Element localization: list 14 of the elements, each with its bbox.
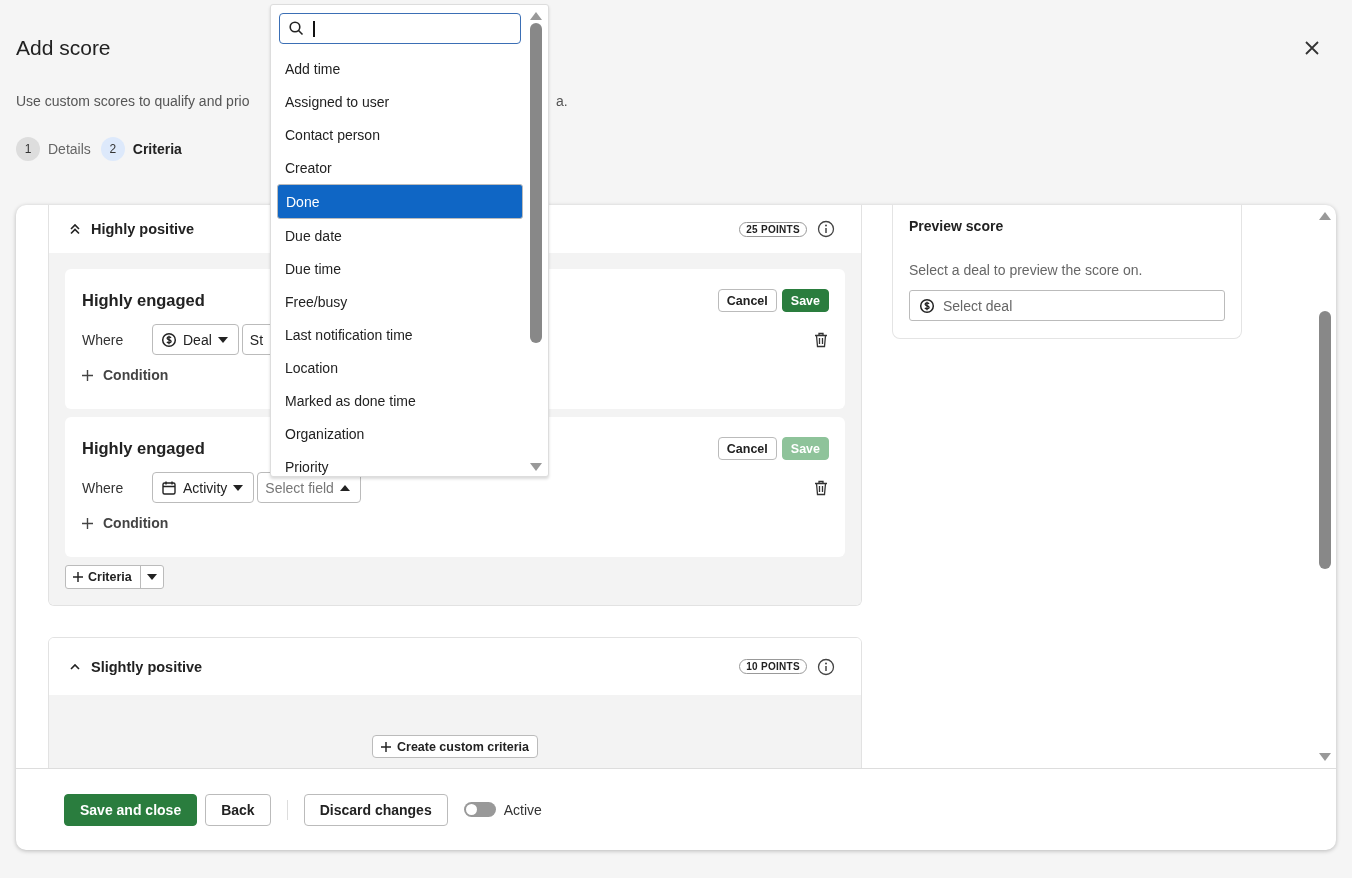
rule-title: Highly engaged (82, 439, 205, 458)
active-label: Active (503, 801, 542, 818)
section-title: Highly positive (91, 221, 195, 237)
step-number: 1 (16, 137, 40, 161)
section-title: Slightly positive (91, 658, 203, 675)
where-label: Where (82, 331, 125, 348)
where-label: Where (82, 479, 125, 496)
dialog-title: Add score (16, 36, 111, 60)
description-text: Use custom scores to qualify and prio (16, 93, 250, 109)
step-number: 2 (100, 137, 125, 161)
description-text: a. (556, 93, 568, 109)
preview-title: Preview score (909, 218, 1005, 234)
rule-title: Highly engaged (82, 291, 205, 310)
preview-text: Select a deal to preview the score on. (909, 262, 1144, 278)
